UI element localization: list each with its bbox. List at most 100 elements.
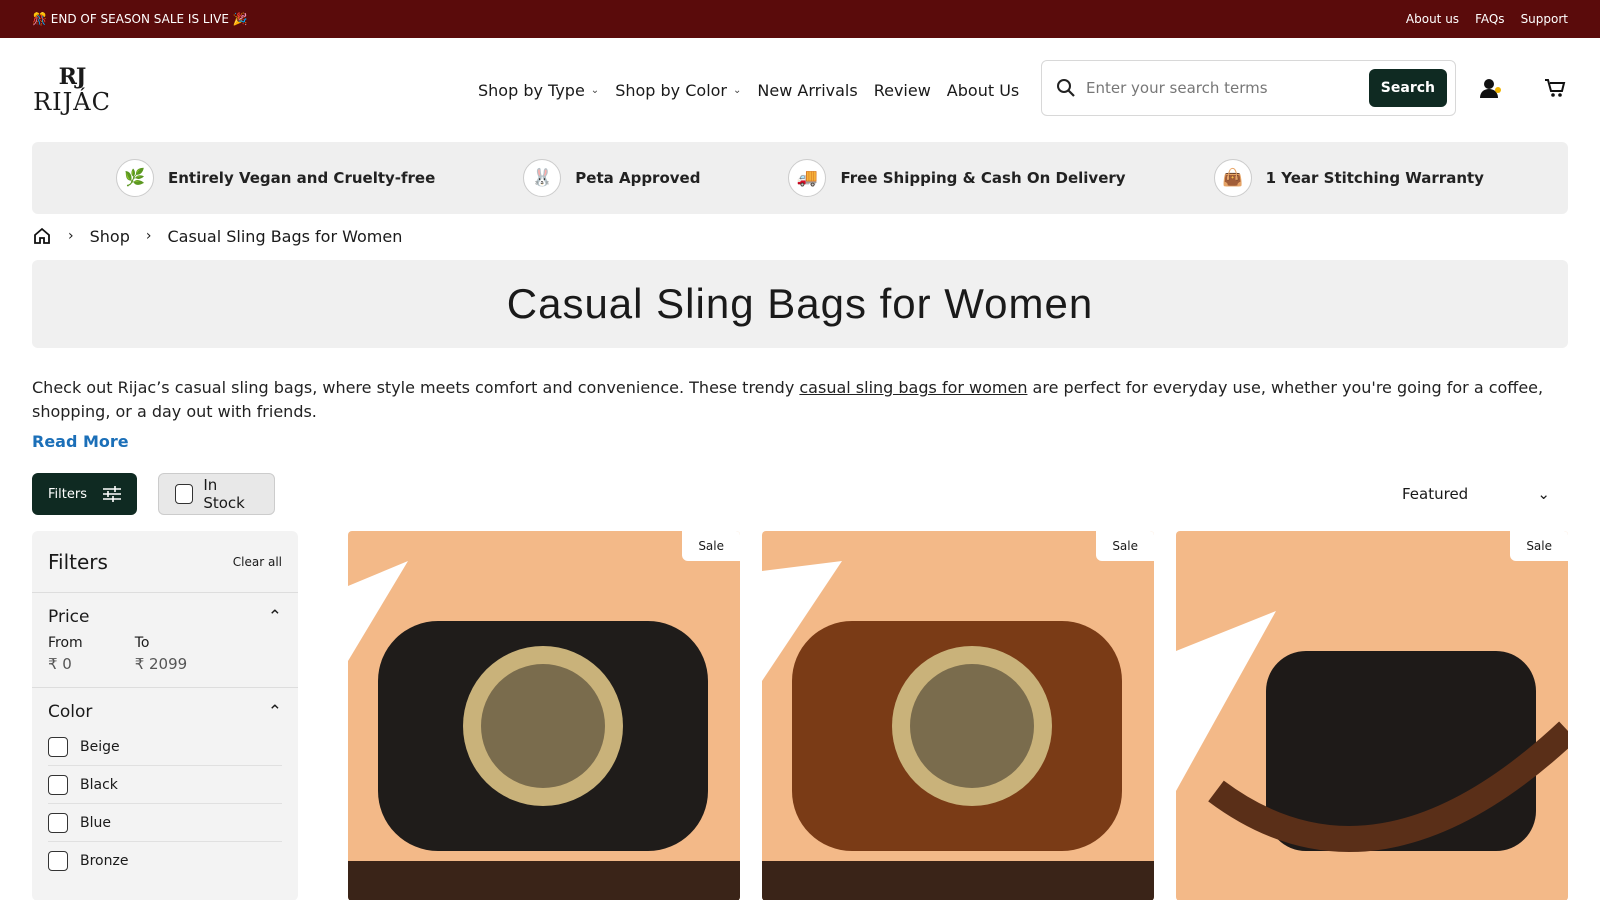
- usp-label: 1 Year Stitching Warranty: [1265, 169, 1484, 187]
- nav-label: Shop by Color: [615, 80, 727, 100]
- color-checkbox[interactable]: [48, 774, 68, 795]
- filter-sidebar: Filters Clear all Price ⌃ From ₹ 0 To ₹ 209…: [32, 531, 298, 900]
- bunny-icon: 🐰: [523, 159, 562, 197]
- logo-wordmark: RIJÁC: [33, 88, 111, 116]
- brand-logo[interactable]: RJ RIJÁC: [32, 66, 112, 114]
- search-button[interactable]: Search: [1368, 69, 1447, 107]
- chevron-right-icon: ›: [68, 228, 74, 244]
- nav-review[interactable]: Review: [874, 81, 931, 100]
- sidebar-title: Filters: [48, 549, 108, 574]
- bag-icon: 👜: [1213, 159, 1252, 197]
- product-card[interactable]: Sale: [348, 531, 740, 900]
- nav-shop-by-type[interactable]: Shop by Type ⌄: [478, 81, 599, 100]
- color-option-label: Bronze: [80, 853, 129, 869]
- sale-badge: Sale: [1510, 531, 1568, 561]
- search-icon: [1057, 79, 1075, 97]
- nav-about-us[interactable]: About Us: [947, 81, 1019, 100]
- price-filter-header[interactable]: Price ⌃: [48, 607, 282, 627]
- usp-item: 🐰 Peta Approved: [523, 159, 700, 197]
- home-icon[interactable]: [32, 226, 52, 246]
- color-checkbox[interactable]: [48, 851, 68, 871]
- support-link[interactable]: Support: [1521, 12, 1568, 26]
- product-card[interactable]: Sale: [762, 531, 1154, 900]
- price-from-input[interactable]: ₹ 0: [48, 655, 83, 673]
- description-link[interactable]: casual sling bags for women: [799, 378, 1027, 397]
- color-option-beige[interactable]: Beige: [48, 728, 282, 766]
- breadcrumb-shop[interactable]: Shop: [90, 227, 130, 246]
- nav-shop-by-color[interactable]: Shop by Color ⌄: [615, 81, 741, 100]
- sidebar-header: Filters Clear all: [32, 531, 298, 593]
- sliders-icon: [103, 486, 121, 502]
- usp-item: 🌿 Entirely Vegan and Cruelty-free: [116, 159, 435, 197]
- listing-toolbar: Filters In Stock Featured ⌄: [32, 473, 1568, 515]
- color-option-blue[interactable]: Blue: [48, 804, 282, 842]
- filters-label: Filters: [48, 486, 87, 502]
- color-filter-header[interactable]: Color ⌃: [48, 702, 282, 722]
- top-links: About us FAQs Support: [1406, 12, 1568, 26]
- product-card[interactable]: Sale: [1176, 531, 1568, 900]
- site-header: RJ RIJÁC Shop by Type ⌄ Shop by Color ⌄ N…: [0, 38, 1600, 142]
- chevron-down-icon: ⌄: [733, 84, 742, 96]
- faqs-link[interactable]: FAQs: [1475, 12, 1505, 26]
- nav-new-arrivals[interactable]: New Arrivals: [757, 81, 857, 100]
- in-stock-label: In Stock: [203, 476, 245, 512]
- breadcrumb-current: Casual Sling Bags for Women: [167, 226, 403, 246]
- read-more-link[interactable]: Read More: [32, 432, 129, 451]
- chevron-down-icon: ⌄: [590, 84, 600, 96]
- usp-strip: 🌿 Entirely Vegan and Cruelty-free 🐰 Peta A…: [32, 142, 1568, 214]
- color-option-bronze[interactable]: Bronze: [48, 842, 282, 880]
- color-checkbox[interactable]: [48, 812, 68, 833]
- sale-badge: Sale: [1096, 531, 1154, 561]
- truck-icon: 🚚: [788, 159, 827, 197]
- price-to-input[interactable]: ₹ 2099: [135, 655, 188, 673]
- color-option-label: Black: [80, 776, 118, 793]
- price-filter: Price ⌃ From ₹ 0 To ₹ 2099: [32, 593, 298, 688]
- breadcrumb: › Shop › Casual Sling Bags for Women: [32, 224, 1568, 248]
- color-option-black[interactable]: Black: [48, 766, 282, 804]
- page-title-banner: Casual Sling Bags for Women: [32, 260, 1568, 348]
- collection-description: Check out Rijac’s casual sling bags, whe…: [32, 376, 1568, 424]
- logo-monogram: RJ: [58, 64, 87, 90]
- color-filter: Color ⌃ Beige Black Blue Bronze: [32, 688, 298, 894]
- price-to: To ₹ 2099: [135, 635, 188, 673]
- usp-item: 👜 1 Year Stitching Warranty: [1213, 159, 1484, 197]
- chevron-right-icon: ›: [145, 228, 152, 244]
- color-filter-label: Color: [48, 702, 93, 722]
- price-to-label: To: [134, 635, 150, 651]
- product-image: [762, 561, 1154, 900]
- color-option-label: Beige: [80, 738, 120, 755]
- sort-value: Featured: [1402, 485, 1469, 503]
- sort-select[interactable]: Featured ⌄: [1384, 473, 1568, 515]
- chevron-down-icon: ⌄: [1537, 485, 1550, 503]
- color-option-label: Blue: [80, 814, 111, 831]
- nav-label: Shop by Type: [478, 80, 585, 100]
- announcement-text: 🎊 END OF SEASON SALE IS LIVE 🎉: [32, 12, 248, 26]
- announcement-bar: 🎊 END OF SEASON SALE IS LIVE 🎉 About us …: [0, 0, 1600, 38]
- product-image: [348, 561, 740, 900]
- in-stock-checkbox[interactable]: [175, 484, 194, 504]
- account-icon[interactable]: [1478, 76, 1502, 106]
- price-from: From ₹ 0: [48, 635, 83, 673]
- sale-badge: Sale: [682, 531, 740, 561]
- chevron-up-icon: ⌃: [267, 702, 282, 722]
- search-bar: Search: [1041, 60, 1456, 116]
- filters-button[interactable]: Filters: [32, 473, 137, 515]
- search-input[interactable]: [1086, 79, 1369, 97]
- page-title: Casual Sling Bags for Women: [506, 280, 1094, 327]
- in-stock-toggle[interactable]: In Stock: [158, 473, 275, 515]
- price-from-label: From: [48, 635, 83, 651]
- clear-all-button[interactable]: Clear all: [233, 555, 282, 569]
- listing-main: Filters Clear all Price ⌃ From ₹ 0 To ₹ 209…: [32, 531, 1568, 900]
- usp-item: 🚚 Free Shipping & Cash On Delivery: [788, 159, 1126, 197]
- about-us-link[interactable]: About us: [1406, 12, 1459, 26]
- cart-icon[interactable]: [1543, 76, 1567, 106]
- vegan-icon: 🌿: [116, 159, 154, 197]
- description-text: Check out Rijac’s casual sling bags, whe…: [32, 378, 800, 397]
- product-image: [1176, 611, 1568, 852]
- usp-label: Peta Approved: [575, 169, 701, 187]
- usp-label: Entirely Vegan and Cruelty-free: [168, 169, 436, 187]
- product-grid: Sale Sale Sale: [348, 531, 1568, 900]
- price-filter-label: Price: [48, 607, 90, 627]
- color-checkbox[interactable]: [48, 736, 68, 757]
- usp-label: Free Shipping & Cash On Delivery: [840, 169, 1126, 187]
